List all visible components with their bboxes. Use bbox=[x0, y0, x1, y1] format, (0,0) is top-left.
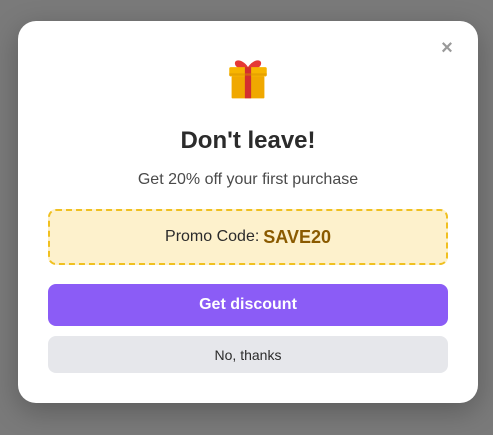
exit-intent-modal: × Don't leave! Get 20% off your first pu… bbox=[18, 21, 478, 403]
gift-icon bbox=[229, 60, 267, 99]
promo-code-label: Promo Code: bbox=[165, 228, 260, 245]
no-thanks-button[interactable]: No, thanks bbox=[48, 336, 448, 373]
close-icon[interactable]: × bbox=[436, 37, 458, 59]
promo-code-value[interactable]: SAVE20 bbox=[263, 227, 331, 248]
modal-title: Don't leave! bbox=[180, 127, 316, 154]
get-discount-button[interactable]: Get discount bbox=[48, 284, 448, 326]
modal-subtitle: Get 20% off your first purchase bbox=[137, 171, 359, 188]
promo-code-box: Promo Code: SAVE20 bbox=[48, 209, 448, 265]
